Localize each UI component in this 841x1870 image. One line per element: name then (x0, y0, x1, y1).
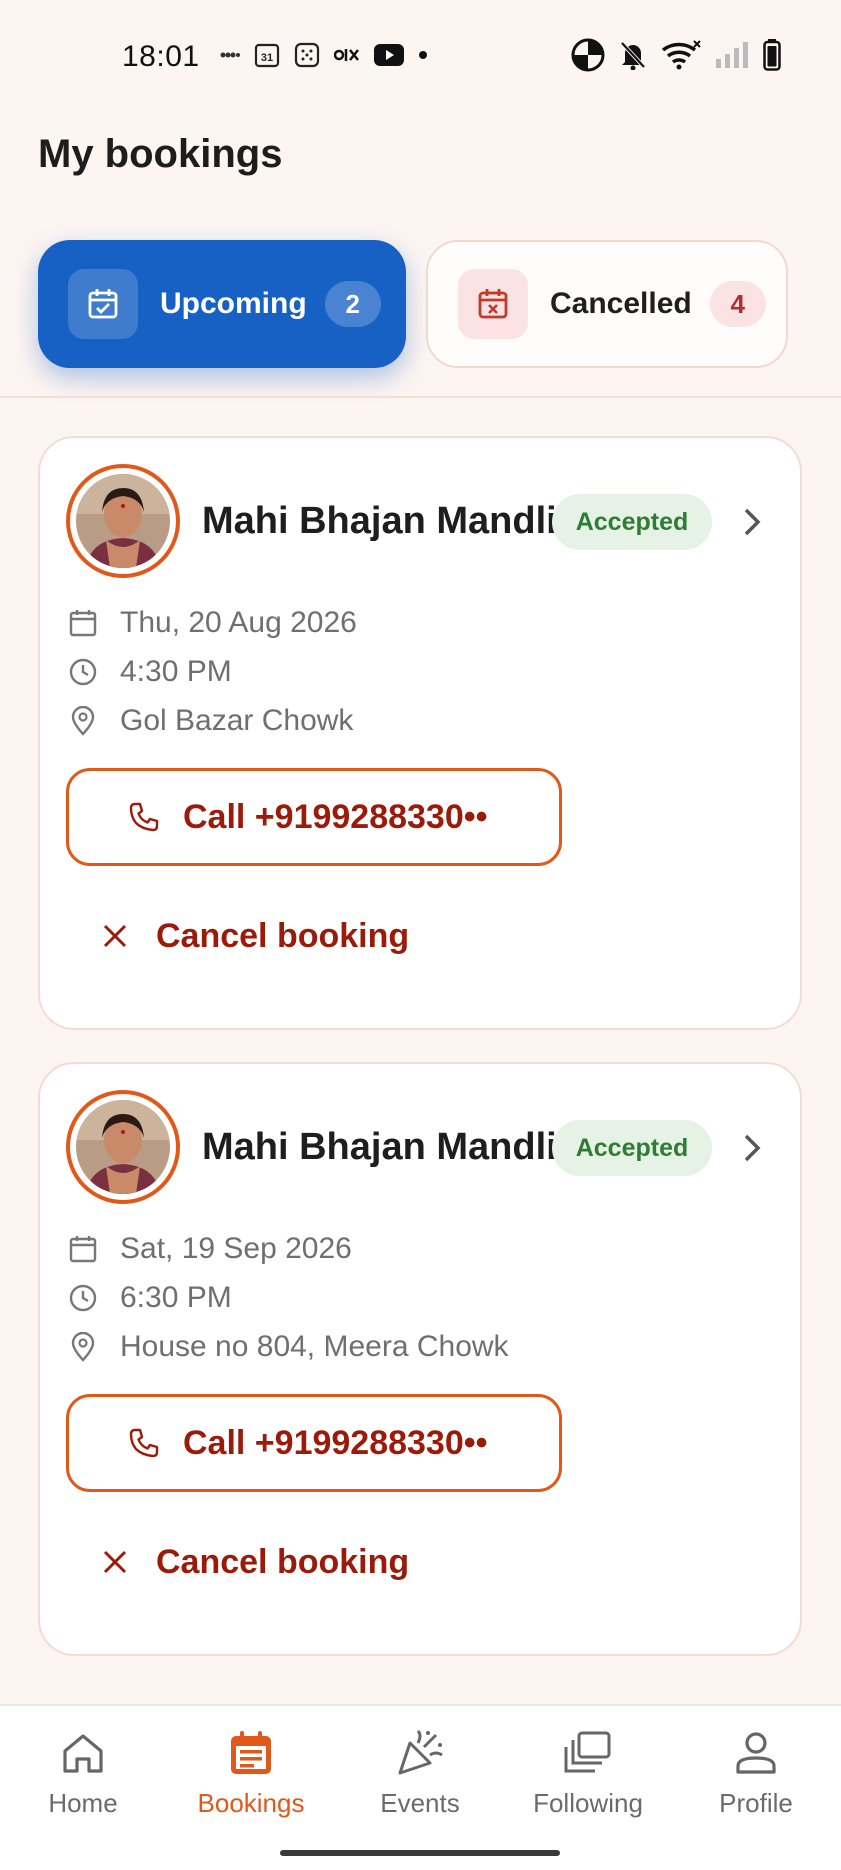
olx-icon (334, 47, 360, 63)
booking-card[interactable]: Mahi Bhajan Mandli Accepted Thu, 20 Aug … (38, 436, 802, 1030)
booking-date: Thu, 20 Aug 2026 (120, 606, 357, 639)
party-popper-icon (395, 1728, 445, 1778)
google-one-icon (220, 50, 240, 60)
artist-name: Mahi Bhajan Mandli (202, 1126, 557, 1168)
svg-text:31: 31 (261, 52, 273, 64)
location-pin-icon (66, 704, 100, 738)
nav-home-label: Home (48, 1788, 118, 1818)
system-icons (571, 38, 781, 72)
tab-cancelled[interactable]: Cancelled 4 (426, 240, 788, 368)
battery-icon (763, 39, 781, 71)
nav-bookings-label: Bookings (197, 1788, 305, 1818)
call-button-label: Call +9199288330•• (183, 1423, 488, 1462)
avatar (66, 1090, 180, 1204)
page-title: My bookings (38, 132, 283, 176)
phone-icon (127, 1426, 161, 1460)
calculator-icon (294, 42, 320, 68)
booking-location: Gol Bazar Chowk (120, 704, 354, 737)
time-row: 6:30 PM (66, 1281, 232, 1315)
nav-following[interactable]: Following (513, 1728, 663, 1819)
clock-icon (66, 655, 100, 689)
home-indicator[interactable] (280, 1850, 560, 1856)
nav-profile[interactable]: Profile (681, 1728, 831, 1819)
wifi-icon (661, 40, 701, 70)
status-badge: Accepted (552, 494, 712, 550)
chevron-right-icon[interactable] (732, 1128, 772, 1168)
booking-date: Sat, 19 Sep 2026 (120, 1232, 352, 1265)
tab-cancelled-label: Cancelled (550, 287, 692, 320)
avatar (66, 464, 180, 578)
booking-card[interactable]: Mahi Bhajan Mandli Accepted Sat, 19 Sep … (38, 1062, 802, 1656)
youtube-icon (374, 44, 404, 66)
time-row: 4:30 PM (66, 655, 232, 689)
bottom-navigation: Home Bookings Events Following Profile (0, 1704, 841, 1870)
status-time: 18:01 (122, 40, 200, 73)
cancel-booking-button[interactable]: Cancel booking (98, 908, 409, 964)
calendar-check-icon (68, 269, 138, 339)
tab-upcoming-label: Upcoming (160, 287, 307, 320)
notification-icons: 31 (220, 42, 428, 68)
clock-icon (66, 1281, 100, 1315)
stacked-cards-icon (563, 1728, 613, 1778)
calendar-31-icon: 31 (254, 42, 280, 68)
artist-name: Mahi Bhajan Mandli (202, 500, 557, 542)
nav-events-label: Events (380, 1788, 460, 1818)
data-saver-icon (571, 38, 605, 72)
nav-bookings[interactable]: Bookings (176, 1728, 326, 1819)
call-button[interactable]: Call +9199288330•• (66, 1394, 562, 1492)
chevron-right-icon[interactable] (732, 502, 772, 542)
call-button[interactable]: Call +9199288330•• (66, 768, 562, 866)
phone-icon (127, 800, 161, 834)
date-row: Sat, 19 Sep 2026 (66, 1232, 352, 1266)
divider (0, 396, 841, 398)
nav-profile-label: Profile (719, 1788, 793, 1818)
tab-upcoming-count: 2 (324, 281, 381, 327)
status-badge: Accepted (552, 1120, 712, 1176)
date-row: Thu, 20 Aug 2026 (66, 606, 357, 640)
location-pin-icon (66, 1330, 100, 1364)
cancel-booking-label: Cancel booking (156, 1542, 410, 1581)
tab-cancelled-count: 4 (709, 281, 766, 327)
mute-bell-icon (619, 40, 647, 70)
cancel-booking-button[interactable]: Cancel booking (98, 1534, 409, 1590)
calendar-icon (66, 1232, 100, 1266)
tab-upcoming[interactable]: Upcoming 2 (38, 240, 406, 368)
home-icon (58, 1728, 108, 1778)
cancel-booking-label: Cancel booking (156, 916, 410, 955)
bookings-screen: 18:01 31 My bookings Upcoming 2 Cancelle… (0, 0, 841, 1870)
signal-icon (715, 41, 749, 69)
booking-location: House no 804, Meera Chowk (120, 1330, 509, 1363)
nav-home[interactable]: Home (8, 1728, 158, 1819)
calendar-x-icon (458, 269, 528, 339)
close-icon (98, 1545, 132, 1579)
location-row: Gol Bazar Chowk (66, 704, 353, 738)
call-button-label: Call +9199288330•• (183, 797, 488, 836)
bookings-icon (226, 1728, 276, 1778)
status-bar: 18:01 31 (0, 0, 841, 110)
person-icon (731, 1728, 781, 1778)
nav-following-label: Following (533, 1788, 643, 1818)
booking-time: 4:30 PM (120, 655, 232, 688)
calendar-icon (66, 606, 100, 640)
close-icon (98, 919, 132, 953)
booking-time: 6:30 PM (120, 1281, 232, 1314)
dot-icon (418, 50, 428, 60)
nav-events[interactable]: Events (345, 1728, 495, 1819)
location-row: House no 804, Meera Chowk (66, 1330, 509, 1364)
